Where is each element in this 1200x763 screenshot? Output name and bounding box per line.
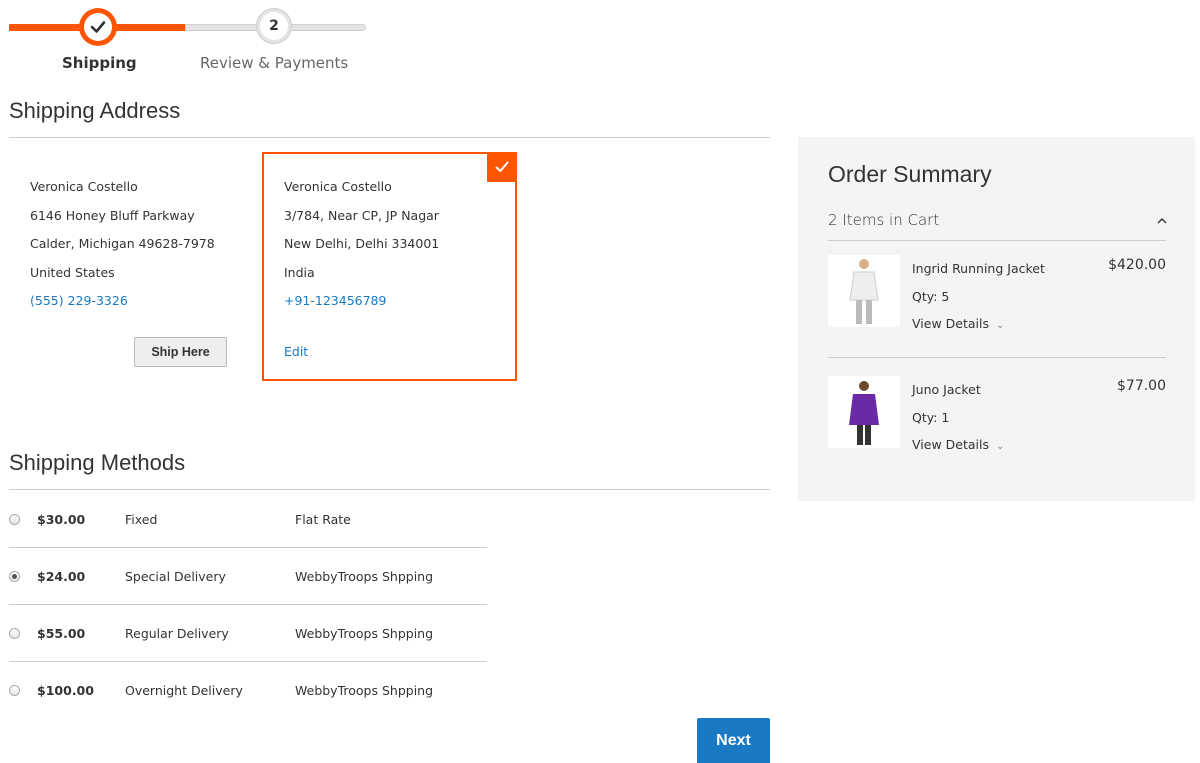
product-qty: Qty: 1 [912, 410, 950, 425]
shipping-method-radio[interactable] [9, 570, 20, 582]
address-phone-link[interactable]: +91-123456789 [284, 287, 439, 316]
checkout-progress-bar: 2 Shipping Review & Payments [0, 0, 380, 80]
carrier-name: WebbyTroops Shpping [295, 625, 434, 641]
shipping-method-row[interactable]: $24.00 Special Delivery WebbyTroops Shpp… [9, 548, 487, 605]
product-price: $420.00 [1108, 257, 1166, 273]
chevron-up-icon[interactable] [1157, 213, 1167, 227]
divider [9, 489, 770, 490]
product-name: Ingrid Running Jacket [912, 261, 1045, 276]
view-details-toggle[interactable]: View Details ⌄ [912, 316, 1004, 331]
view-details-toggle[interactable]: View Details ⌄ [912, 437, 1004, 452]
address-name: Veronica Costello [30, 179, 138, 194]
product-thumbnail[interactable] [828, 376, 900, 448]
chevron-down-icon: ⌄ [995, 320, 1005, 331]
address-card-1: Veronica Costello 6146 Honey Bluff Parkw… [30, 173, 215, 316]
cart-items-toggle[interactable]: 2 Items in Cart [828, 211, 939, 229]
address-country: United States [30, 264, 115, 280]
divider [9, 137, 770, 138]
product-qty: Qty: 5 [912, 289, 950, 304]
carrier-name: Flat Rate [295, 511, 351, 527]
shipping-methods-table: $30.00 Fixed Flat Rate $24.00 Special De… [9, 491, 487, 719]
order-summary-title: Order Summary [828, 161, 992, 187]
carrier-name: WebbyTroops Shpping [295, 683, 434, 698]
step-shipping-indicator[interactable] [79, 8, 117, 46]
address-name: Veronica Costello [284, 179, 392, 194]
divider [828, 240, 1166, 241]
edit-address-link[interactable]: Edit [284, 338, 308, 366]
address-city: New Delhi, Delhi 334001 [284, 236, 440, 251]
method-price: $55.00 [37, 625, 86, 641]
step-shipping-label[interactable]: Shipping [62, 54, 137, 72]
method-price: $100.00 [37, 683, 94, 698]
shipping-methods-title: Shipping Methods [9, 450, 186, 475]
address-country: India [284, 264, 315, 280]
next-button[interactable]: Next [697, 718, 770, 763]
shipping-method-row[interactable]: $30.00 Fixed Flat Rate [9, 491, 487, 548]
product-price: $77.00 [1117, 378, 1166, 394]
address-phone-link[interactable]: (555) 229-3326 [30, 287, 215, 316]
cart-item: Ingrid Running Jacket Qty: 5 View Detail… [828, 255, 1166, 335]
step-review-label[interactable]: Review & Payments [200, 54, 348, 72]
shipping-method-radio[interactable] [9, 513, 20, 525]
view-details-label: View Details [912, 316, 989, 331]
checkmark-icon [90, 21, 106, 33]
product-thumbnail[interactable] [828, 255, 900, 327]
method-name: Special Delivery [125, 568, 226, 584]
order-summary-panel: Order Summary 2 Items in Cart Ingrid Run… [798, 137, 1195, 501]
method-name: Fixed [125, 511, 158, 527]
shipping-method-radio[interactable] [9, 685, 20, 696]
ship-here-button[interactable]: Ship Here [134, 337, 227, 367]
method-price: $24.00 [37, 568, 86, 584]
view-details-label: View Details [912, 437, 989, 452]
chevron-down-icon: ⌄ [995, 441, 1005, 452]
method-name: Overnight Delivery [125, 683, 243, 698]
address-street: 6146 Honey Bluff Parkway [30, 207, 195, 223]
method-price: $30.00 [37, 511, 86, 527]
shipping-method-row[interactable]: $55.00 Regular Delivery WebbyTroops Shpp… [9, 605, 487, 662]
method-name: Regular Delivery [125, 625, 229, 641]
product-name: Juno Jacket [912, 382, 981, 397]
divider [828, 357, 1166, 358]
shipping-address-title: Shipping Address [9, 98, 181, 123]
shipping-method-row[interactable]: $100.00 Overnight Delivery WebbyTroops S… [9, 662, 487, 719]
shipping-method-radio[interactable] [9, 627, 20, 639]
step-number: 2 [260, 12, 288, 40]
checkmark-icon [495, 161, 509, 172]
step-review-indicator[interactable]: 2 [256, 8, 292, 44]
cart-item: Juno Jacket Qty: 1 View Details ⌄ $77.00 [828, 376, 1166, 456]
address-card-2: Veronica Costello 3/784, Near CP, JP Nag… [284, 173, 439, 316]
address-street: 3/784, Near CP, JP Nagar [284, 207, 439, 223]
carrier-name: WebbyTroops Shpping [295, 568, 434, 584]
selected-badge [487, 152, 517, 182]
address-city: Calder, Michigan 49628-7978 [30, 236, 215, 251]
